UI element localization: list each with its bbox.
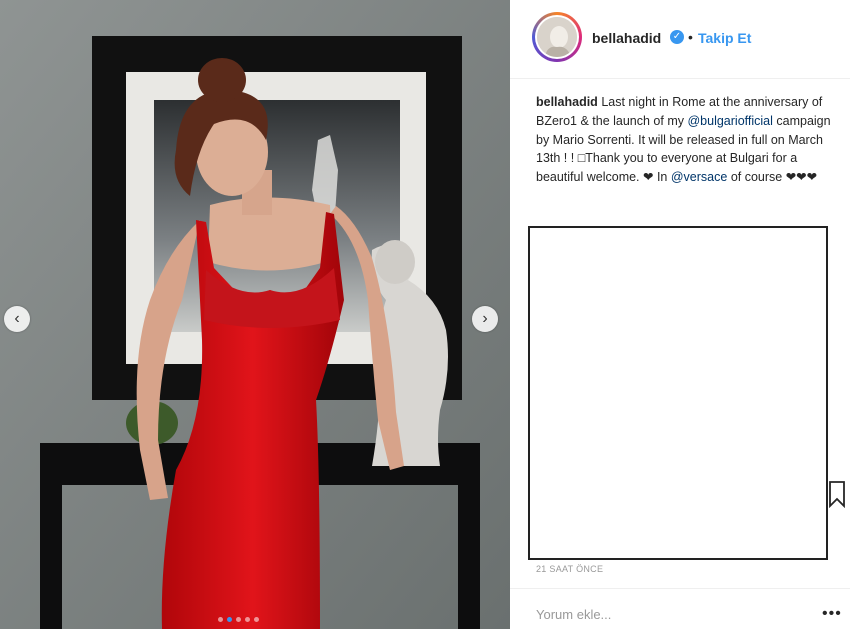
mention-versace[interactable]: @versace — [671, 170, 727, 184]
post-caption: bellahadid Last night in Rome at the ann… — [536, 93, 831, 187]
photo-illustration — [0, 0, 510, 629]
comment-bar: Yorum ekle... ••• — [510, 588, 850, 630]
chevron-left-icon: ‹ — [14, 310, 20, 327]
carousel-dot[interactable] — [218, 617, 223, 622]
verified-badge-icon: ✓ — [670, 30, 684, 44]
caption-text-3: of course ❤❤❤ — [730, 170, 818, 185]
avatar[interactable] — [532, 12, 582, 62]
post-timestamp: 21 SAAT ÖNCE — [536, 564, 604, 574]
username-link[interactable]: bellahadid — [592, 30, 661, 46]
carousel-dot[interactable] — [227, 617, 232, 622]
follow-button[interactable]: Takip Et — [698, 30, 751, 46]
carousel-dot[interactable] — [245, 617, 250, 622]
carousel-dot[interactable] — [254, 617, 259, 622]
carousel-dot[interactable] — [236, 617, 241, 622]
carousel-prev-button[interactable]: ‹ — [4, 306, 30, 332]
avatar-image — [537, 17, 577, 57]
more-options-button[interactable]: ••• — [822, 605, 842, 623]
bookmark-icon[interactable] — [828, 480, 846, 508]
comment-input[interactable]: Yorum ekle... — [536, 607, 611, 622]
blank-overlay-box — [528, 226, 828, 560]
post-header: bellahadid ✓ • Takip Et — [510, 0, 850, 79]
post-photo[interactable]: ‹ › — [0, 0, 510, 629]
carousel-dots — [218, 617, 259, 622]
carousel-next-button[interactable]: › — [472, 306, 498, 332]
post-side-panel: bellahadid ✓ • Takip Et bellahadid Last … — [510, 0, 850, 629]
chevron-right-icon: › — [482, 310, 488, 327]
caption-username[interactable]: bellahadid — [536, 95, 598, 109]
separator-dot: • — [688, 29, 693, 45]
mention-bulgari[interactable]: @bulgariofficial — [687, 114, 772, 128]
